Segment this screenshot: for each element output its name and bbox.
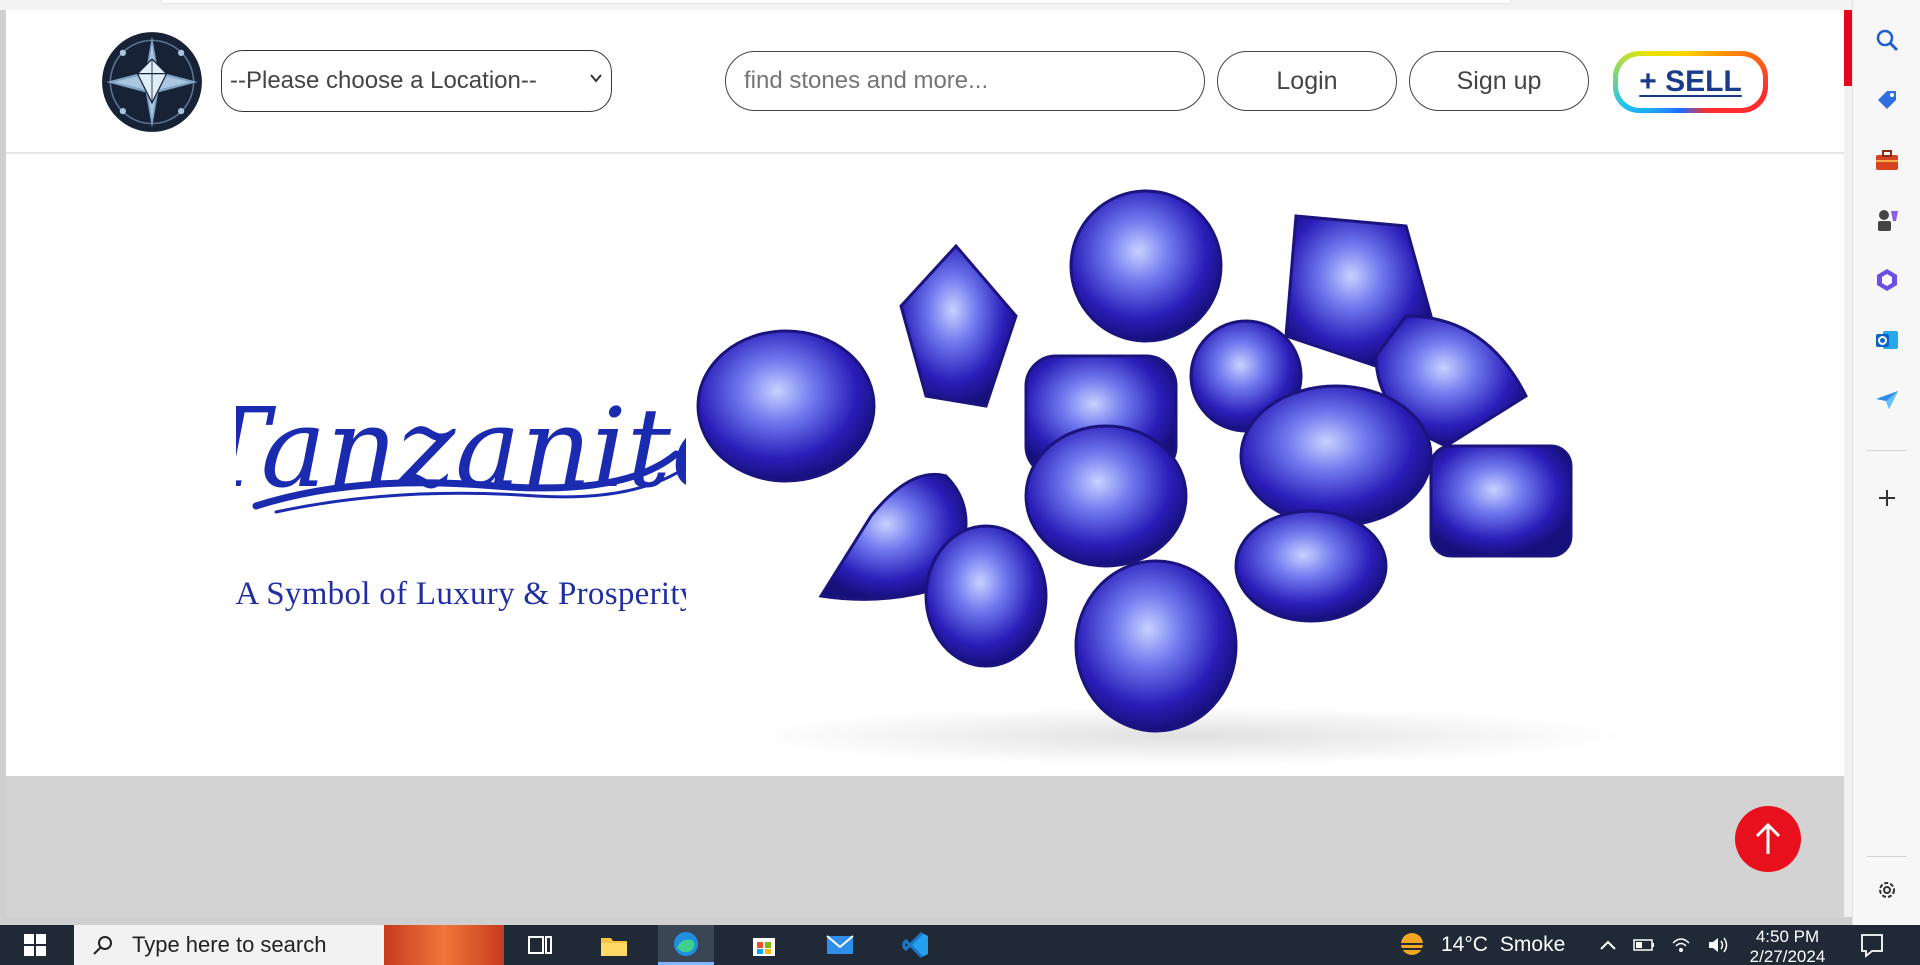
arrow-up-icon [1755,822,1781,854]
add-icon[interactable] [1873,484,1901,512]
browser-top-strip [0,0,1920,10]
site-logo-icon[interactable] [100,30,204,134]
scrollbar-thumb[interactable] [1844,10,1852,86]
search-input[interactable] [725,51,1205,111]
volume-icon[interactable] [1706,935,1730,955]
taskbar-search-box[interactable]: Type here to search [74,925,384,965]
search-icon [93,936,112,955]
taskbar-clock[interactable]: 4:50 PM 2/27/2024 [1740,927,1835,965]
hero-tagline: A Symbol of Luxury & Prosperity [235,576,697,612]
tools-briefcase-icon[interactable] [1873,146,1901,174]
browser-tab-edge [160,0,1512,4]
shopping-tag-icon[interactable] [1873,86,1901,114]
chevron-up-icon[interactable] [1598,938,1618,952]
tanzanite-script-logo: Tanzanite [236,384,696,514]
content-gray-band [6,776,1844,917]
windows-taskbar: Type here to search 14°C Smoke 4:50 PM 2… [0,925,1920,965]
location-select-value: --Please choose a Location-- [230,67,537,94]
clock-date: 2/27/2024 [1749,947,1826,965]
outlook-icon[interactable] [1873,326,1901,354]
weather-condition: Smoke [1499,933,1566,956]
notification-center-icon[interactable] [1858,931,1886,959]
sell-button[interactable]: + SELL [1613,51,1768,113]
login-button[interactable]: Login [1217,51,1397,111]
file-explorer-icon[interactable] [586,925,642,965]
sidebar-divider [1867,450,1907,451]
taskbar-search-placeholder: Type here to search [132,932,327,957]
search-icon[interactable] [1873,26,1901,54]
location-select[interactable]: --Please choose a Location-- [221,50,612,112]
games-icon[interactable] [1873,206,1901,234]
edge-sidebar [1852,0,1920,925]
page-viewport: --Please choose a Location-- Login Sign … [6,10,1844,917]
hero-banner: Tanzanite A Symbol of Luxury & Prosperit… [6,156,1844,776]
scroll-to-top-button[interactable] [1735,806,1801,872]
microsoft-store-icon[interactable] [736,925,792,965]
page-scrollbar[interactable] [1844,10,1852,917]
sidebar-divider [1867,856,1907,857]
battery-icon[interactable] [1632,937,1656,953]
send-icon[interactable] [1873,386,1901,414]
news-widget-icon[interactable] [384,925,504,965]
task-view-icon[interactable] [512,925,568,965]
edge-browser-icon[interactable] [658,925,714,965]
chevron-down-icon [590,74,602,83]
weather-haze-icon [1398,933,1426,955]
sell-button-label: + SELL [1618,56,1763,108]
copilot-icon[interactable] [1873,266,1901,294]
mail-icon[interactable] [812,925,868,965]
settings-icon[interactable] [1873,876,1901,904]
clock-time: 4:50 PM [1755,927,1820,946]
wifi-icon[interactable] [1670,935,1692,955]
vs-code-icon[interactable] [888,925,944,965]
weather-temp: 14°C [1441,933,1488,956]
weather-widget[interactable]: 14°C Smoke [1395,925,1565,965]
signup-button[interactable]: Sign up [1409,51,1589,111]
system-tray [1598,925,1730,965]
site-header: --Please choose a Location-- Login Sign … [6,10,1844,154]
windows-start-icon[interactable] [0,925,70,965]
tanzanite-gems-image [686,176,1686,776]
